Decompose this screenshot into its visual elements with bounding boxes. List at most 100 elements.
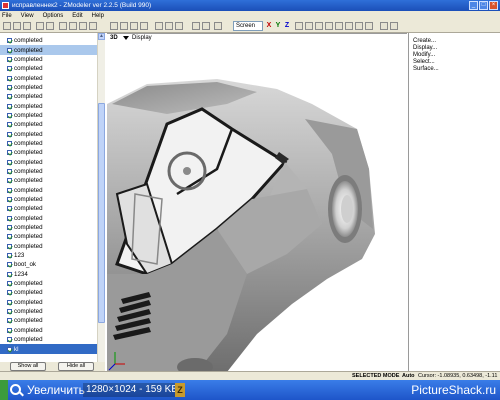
display-menu[interactable]: Display xyxy=(132,34,152,42)
list-item[interactable]: completed xyxy=(0,36,97,45)
visibility-checkbox[interactable] xyxy=(7,103,12,109)
visibility-checkbox[interactable] xyxy=(7,281,12,287)
visibility-checkbox[interactable] xyxy=(7,112,12,118)
start-icon[interactable] xyxy=(0,380,8,400)
list-item[interactable]: completed xyxy=(0,64,97,73)
coordinate-system-select[interactable]: Screen xyxy=(233,21,263,31)
modify-menu[interactable]: Modify... xyxy=(413,52,435,58)
grid-icon[interactable] xyxy=(192,22,200,30)
visibility-checkbox[interactable] xyxy=(7,234,12,240)
zoom-icon[interactable] xyxy=(155,22,163,30)
visibility-checkbox[interactable] xyxy=(7,337,12,343)
visibility-checkbox[interactable] xyxy=(7,253,12,259)
list-item[interactable]: completed xyxy=(0,279,97,288)
list-item[interactable]: completed xyxy=(0,307,97,316)
visibility-checkbox[interactable] xyxy=(7,122,12,128)
axis-y-toggle[interactable]: Y xyxy=(274,21,282,31)
minimize-icon[interactable]: _ xyxy=(469,1,478,10)
axis-z-toggle[interactable]: Z xyxy=(283,21,291,31)
list-item[interactable]: completed xyxy=(0,214,97,223)
visibility-checkbox[interactable] xyxy=(7,187,12,193)
list-item[interactable]: completed xyxy=(0,92,97,101)
list-item[interactable]: completed xyxy=(0,298,97,307)
list-item[interactable]: 123 xyxy=(0,251,97,260)
visibility-checkbox[interactable] xyxy=(7,75,12,81)
list-item[interactable]: completed xyxy=(0,120,97,129)
zmodeler-taskbar-icon[interactable]: Z xyxy=(175,383,185,397)
visibility-checkbox[interactable] xyxy=(7,299,12,305)
visibility-checkbox[interactable] xyxy=(7,327,12,333)
visibility-checkbox[interactable] xyxy=(7,94,12,100)
list-item[interactable]: completed xyxy=(0,186,97,195)
list-item[interactable]: completed xyxy=(0,223,97,232)
status-auto[interactable]: Auto xyxy=(402,372,415,380)
visibility-checkbox[interactable] xyxy=(7,178,12,184)
list-item[interactable]: completed xyxy=(0,148,97,157)
view-front-icon[interactable] xyxy=(120,22,128,30)
scroll-thumb[interactable] xyxy=(98,103,105,323)
move-icon[interactable] xyxy=(69,22,77,30)
visibility-checkbox[interactable] xyxy=(7,243,12,249)
visibility-checkbox[interactable] xyxy=(7,38,12,44)
visibility-checkbox[interactable] xyxy=(7,159,12,165)
list-item[interactable]: 1234 xyxy=(0,270,97,279)
snap-icon[interactable] xyxy=(202,22,210,30)
open-file-icon[interactable] xyxy=(13,22,21,30)
select-icon[interactable] xyxy=(59,22,67,30)
visibility-checkbox[interactable] xyxy=(7,225,12,231)
rotate-icon[interactable] xyxy=(79,22,87,30)
visibility-checkbox[interactable] xyxy=(7,290,12,296)
redo-icon[interactable] xyxy=(46,22,54,30)
select-menu[interactable]: Select... xyxy=(413,59,435,65)
list-item[interactable]: completed xyxy=(0,176,97,185)
visibility-checkbox[interactable] xyxy=(7,309,12,315)
menu-options[interactable]: Options xyxy=(43,13,64,19)
surface-menu[interactable]: Surface... xyxy=(413,66,439,72)
visibility-checkbox[interactable] xyxy=(7,56,12,62)
uv-icon[interactable] xyxy=(365,22,373,30)
list-scrollbar[interactable]: ▲ ▼ xyxy=(97,33,105,371)
extrude-icon[interactable] xyxy=(325,22,333,30)
list-item[interactable]: kl xyxy=(0,344,97,354)
visibility-checkbox[interactable] xyxy=(7,168,12,174)
visibility-checkbox[interactable] xyxy=(7,318,12,324)
bevel-icon[interactable] xyxy=(335,22,343,30)
list-item[interactable]: completed xyxy=(0,83,97,92)
display-menu-panel[interactable]: Display... xyxy=(413,45,437,51)
menu-view[interactable]: View xyxy=(21,13,34,19)
visibility-checkbox[interactable] xyxy=(7,140,12,146)
list-item[interactable]: completed xyxy=(0,204,97,213)
save-file-icon[interactable] xyxy=(23,22,31,30)
visibility-checkbox[interactable] xyxy=(7,66,12,72)
list-item[interactable]: completed xyxy=(0,101,97,110)
enlarge-link[interactable]: Увеличить xyxy=(27,380,85,400)
visibility-checkbox[interactable] xyxy=(7,197,12,203)
smooth-icon[interactable] xyxy=(355,22,363,30)
visibility-checkbox[interactable] xyxy=(7,346,12,352)
undo-icon[interactable] xyxy=(36,22,44,30)
menu-file[interactable]: File xyxy=(2,13,12,19)
align-icon[interactable] xyxy=(295,22,303,30)
mirror-icon[interactable] xyxy=(305,22,313,30)
menu-help[interactable]: Help xyxy=(92,13,104,19)
3d-viewport[interactable]: 3D Display xyxy=(107,33,407,371)
orbit-icon[interactable] xyxy=(175,22,183,30)
render-icon[interactable] xyxy=(380,22,388,30)
visibility-checkbox[interactable] xyxy=(7,271,12,277)
visibility-checkbox[interactable] xyxy=(7,131,12,137)
dropdown-arrow-icon[interactable] xyxy=(123,36,129,40)
list-item[interactable]: completed xyxy=(0,326,97,335)
visibility-checkbox[interactable] xyxy=(7,206,12,212)
list-item[interactable]: completed xyxy=(0,129,97,138)
view-top-icon[interactable] xyxy=(140,22,148,30)
scale-icon[interactable] xyxy=(89,22,97,30)
new-file-icon[interactable] xyxy=(3,22,11,30)
list-item[interactable]: boot_ok xyxy=(0,260,97,269)
menu-edit[interactable]: Edit xyxy=(72,13,82,19)
magnifier-icon[interactable] xyxy=(10,384,21,395)
view-3d-icon[interactable] xyxy=(110,22,118,30)
visibility-checkbox[interactable] xyxy=(7,215,12,221)
material-icon[interactable] xyxy=(214,22,222,30)
show-all-button[interactable]: Show all xyxy=(10,362,46,371)
list-item[interactable]: completed xyxy=(0,335,97,344)
